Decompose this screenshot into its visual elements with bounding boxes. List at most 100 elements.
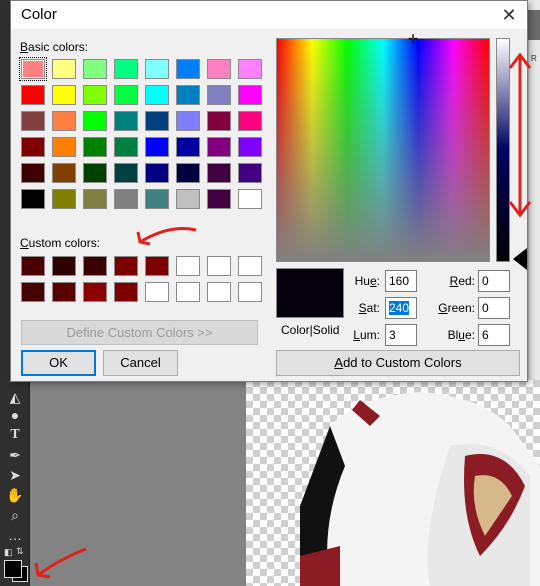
custom-color-swatch[interactable] (176, 282, 200, 302)
basic-color-swatch[interactable] (21, 137, 45, 157)
basic-color-swatch[interactable] (19, 57, 47, 81)
basic-color-swatch[interactable] (52, 163, 76, 183)
default-colors-icon[interactable]: ◧ (4, 547, 14, 557)
type-icon[interactable]: T (6, 426, 24, 444)
add-to-custom-colors-button[interactable]: Add to Custom Colors (276, 350, 520, 376)
red-label: Red: (449, 274, 475, 288)
basic-color-swatch[interactable] (176, 137, 200, 157)
basic-color-swatch[interactable] (207, 163, 231, 183)
basic-color-swatch[interactable] (114, 59, 138, 79)
paint-bucket-icon[interactable]: ◭ (6, 388, 24, 406)
basic-color-swatch[interactable] (238, 85, 262, 105)
zoom-icon[interactable]: ⌕ (6, 506, 24, 524)
path-select-icon[interactable]: ➤ (6, 466, 24, 484)
luminosity-pointer-icon[interactable] (513, 248, 527, 270)
foreground-color-swatch[interactable] (4, 560, 22, 578)
blue-field[interactable]: 6 (478, 324, 510, 346)
basic-color-swatch[interactable] (207, 85, 231, 105)
basic-color-swatch[interactable] (21, 85, 45, 105)
basic-color-swatch[interactable] (83, 137, 107, 157)
basic-color-swatch[interactable] (145, 189, 169, 209)
basic-color-swatch[interactable] (52, 85, 76, 105)
basic-color-swatch[interactable] (83, 85, 107, 105)
basic-color-swatch[interactable] (52, 189, 76, 209)
basic-color-swatch[interactable] (114, 137, 138, 157)
custom-color-swatch[interactable] (52, 282, 76, 302)
green-field[interactable]: 0 (478, 297, 510, 319)
hand-icon[interactable]: ✋ (6, 486, 24, 504)
hue-field[interactable]: 160 (385, 270, 417, 292)
basic-color-swatch[interactable] (52, 111, 76, 131)
custom-color-swatch[interactable] (238, 256, 262, 276)
basic-color-swatch[interactable] (21, 189, 45, 209)
basic-color-swatch[interactable] (238, 137, 262, 157)
close-icon[interactable]: ✕ (497, 3, 521, 27)
color-spectrum[interactable] (276, 38, 490, 262)
ok-button[interactable]: OK (21, 350, 96, 376)
custom-color-swatch[interactable] (238, 282, 262, 302)
pen-icon[interactable]: ✒ (6, 446, 24, 464)
custom-color-swatch[interactable] (114, 282, 138, 302)
custom-color-swatch[interactable] (207, 256, 231, 276)
custom-colors-label: Custom colors: (20, 236, 101, 250)
red-field[interactable]: 0 (478, 270, 510, 292)
lum-label: Lum: (353, 328, 380, 342)
basic-color-swatch[interactable] (114, 111, 138, 131)
dialog-titlebar[interactable]: Color ✕ (11, 1, 527, 29)
basic-color-swatch[interactable] (145, 85, 169, 105)
custom-color-swatch[interactable] (21, 256, 45, 276)
basic-color-swatch[interactable] (83, 189, 107, 209)
basic-color-swatch[interactable] (145, 137, 169, 157)
basic-color-swatch[interactable] (145, 111, 169, 131)
right-panel-label: R (531, 54, 537, 63)
basic-color-swatch[interactable] (52, 137, 76, 157)
basic-color-swatch[interactable] (52, 59, 76, 79)
basic-color-swatch[interactable] (114, 85, 138, 105)
custom-color-swatch[interactable] (83, 256, 107, 276)
basic-color-swatch[interactable] (176, 163, 200, 183)
basic-color-swatch[interactable] (176, 189, 200, 209)
basic-color-swatch[interactable] (21, 111, 45, 131)
custom-color-swatch[interactable] (145, 256, 169, 276)
custom-color-swatch[interactable] (207, 282, 231, 302)
basic-color-swatch[interactable] (238, 59, 262, 79)
basic-color-swatch[interactable] (21, 163, 45, 183)
more-tools-icon[interactable]: … (6, 526, 24, 544)
basic-color-swatch[interactable] (238, 189, 262, 209)
basic-color-swatch[interactable] (207, 111, 231, 131)
basic-color-swatch[interactable] (176, 111, 200, 131)
basic-color-swatch[interactable] (176, 59, 200, 79)
basic-color-swatch[interactable] (176, 85, 200, 105)
cancel-button[interactable]: Cancel (103, 350, 178, 376)
basic-color-swatch[interactable] (83, 111, 107, 131)
basic-color-swatch[interactable] (238, 111, 262, 131)
color-solid-label: Color|Solid (281, 323, 340, 337)
sat-field[interactable]: 240 (385, 297, 417, 319)
basic-color-swatch[interactable] (238, 163, 262, 183)
dialog-title: Color (21, 6, 57, 23)
sat-value: 240 (389, 301, 410, 315)
custom-color-swatch[interactable] (114, 256, 138, 276)
basic-color-swatch[interactable] (114, 163, 138, 183)
workspace-background (30, 380, 246, 586)
define-custom-colors-button[interactable]: Define Custom Colors >> (21, 320, 258, 345)
basic-color-swatch[interactable] (145, 163, 169, 183)
smudge-icon[interactable]: ● (6, 406, 24, 424)
custom-color-swatch[interactable] (145, 282, 169, 302)
luminosity-slider[interactable] (496, 38, 510, 262)
color-crosshair-icon[interactable]: ✛ (408, 33, 418, 45)
lum-field[interactable]: 3 (385, 324, 417, 346)
custom-color-swatch[interactable] (52, 256, 76, 276)
basic-color-swatch[interactable] (207, 59, 231, 79)
hue-label: Hue: (354, 274, 380, 288)
basic-color-swatch[interactable] (145, 59, 169, 79)
custom-color-swatch[interactable] (176, 256, 200, 276)
basic-color-swatch[interactable] (207, 189, 231, 209)
basic-color-swatch[interactable] (207, 137, 231, 157)
basic-color-swatch[interactable] (83, 163, 107, 183)
basic-color-swatch[interactable] (83, 59, 107, 79)
basic-color-swatch[interactable] (114, 189, 138, 209)
custom-color-swatch[interactable] (83, 282, 107, 302)
swap-colors-icon[interactable]: ⇅ (16, 546, 26, 556)
custom-color-swatch[interactable] (21, 282, 45, 302)
